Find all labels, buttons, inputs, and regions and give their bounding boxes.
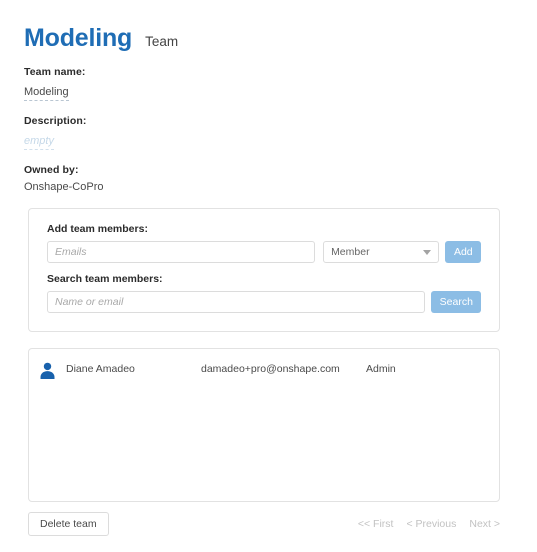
footer: Delete team << First < Previous Next > <box>28 512 500 536</box>
page-subtitle: Team <box>145 34 179 49</box>
delete-team-button[interactable]: Delete team <box>28 512 109 536</box>
member-role: Admin <box>366 363 396 375</box>
member-name: Diane Amadeo <box>66 363 135 375</box>
pagination: << First < Previous Next > <box>358 518 500 530</box>
table-row[interactable]: Diane Amadeo damadeo+pro@onshape.com Adm… <box>29 349 499 380</box>
team-members-form-panel: Add team members: Member Add Search team… <box>28 208 500 332</box>
user-avatar-icon <box>38 360 57 379</box>
search-input[interactable] <box>47 291 425 313</box>
add-member-row: Member Add <box>47 241 481 263</box>
role-select[interactable]: Member <box>323 241 439 263</box>
owned-by-label: Owned by: <box>24 164 79 176</box>
team-details: Team name: Modeling Description: empty O… <box>24 66 324 194</box>
pagination-next[interactable]: Next > <box>469 518 500 530</box>
owned-by-value: Onshape-CoPro <box>24 181 104 193</box>
member-email: damadeo+pro@onshape.com <box>201 363 340 375</box>
add-team-members-label: Add team members: <box>47 223 148 235</box>
pagination-previous[interactable]: < Previous <box>406 518 456 530</box>
team-members-list-panel: Diane Amadeo damadeo+pro@onshape.com Adm… <box>28 348 500 502</box>
team-name-label: Team name: <box>24 66 86 78</box>
page-header: Modeling Team <box>24 26 178 51</box>
team-name-value[interactable]: Modeling <box>24 85 69 101</box>
page-title: Modeling <box>24 24 133 52</box>
search-button[interactable]: Search <box>430 291 481 313</box>
role-select-value: Member <box>331 246 370 258</box>
description-label: Description: <box>24 115 87 127</box>
search-member-row: Search <box>47 291 481 313</box>
emails-input[interactable] <box>47 241 316 263</box>
add-button[interactable]: Add <box>444 241 481 263</box>
description-value[interactable]: empty <box>24 134 54 150</box>
search-team-members-label: Search team members: <box>47 273 163 285</box>
pagination-first[interactable]: << First <box>358 518 394 530</box>
